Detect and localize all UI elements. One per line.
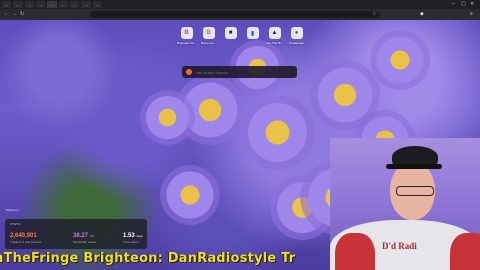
stat-unit: GB bbox=[89, 234, 95, 238]
stat-label: Time saved bbox=[123, 240, 139, 244]
browser-tab-active[interactable]: ... bbox=[47, 1, 57, 8]
stats-title: STATS bbox=[10, 222, 21, 226]
shirt-sleeve bbox=[450, 233, 480, 270]
reload-icon[interactable]: ↻ bbox=[20, 11, 24, 17]
site-icon: ■ bbox=[224, 27, 237, 39]
shirt-text: D'd Radi bbox=[382, 241, 417, 251]
menu-icon[interactable]: ≡ bbox=[470, 11, 473, 17]
knowledge-icon: ● bbox=[290, 27, 303, 39]
aster-flower bbox=[240, 95, 315, 170]
stat-label: Bandwidth saved bbox=[73, 240, 96, 244]
shortcut-tile[interactable]: B Brave Asl... bbox=[200, 27, 217, 45]
brave-icon: B bbox=[202, 27, 215, 39]
triangle-icon: ▲ bbox=[268, 27, 281, 39]
aster-flower bbox=[370, 30, 430, 90]
ticker-text: nTheFringe Brighteon: DanRadiostyle Tr bbox=[0, 252, 296, 266]
search-box[interactable] bbox=[182, 66, 297, 78]
tab-bar: ... ... ... ... ... ... ... ... ... – ▢ … bbox=[0, 0, 480, 9]
shortcut-tile[interactable]: ▮ bbox=[244, 27, 261, 45]
address-toolbar: ← → ↻ ☆ ◆ ≡ bbox=[0, 9, 480, 20]
browser-tab[interactable]: ... bbox=[81, 1, 91, 8]
forward-icon[interactable]: → bbox=[12, 11, 17, 17]
site-icon: ▮ bbox=[246, 27, 259, 39]
stat-value: 2,640,901 bbox=[10, 233, 37, 239]
shortcut-tile[interactable]: B Brighteon St... bbox=[177, 27, 197, 45]
brave-search-icon bbox=[186, 69, 192, 75]
shortcut-tile[interactable]: ■ bbox=[222, 27, 239, 45]
stat-value: 1.53 bbox=[123, 233, 135, 239]
shortcut-tile[interactable]: ● Knowledge bbox=[288, 27, 305, 45]
cap-brim bbox=[386, 164, 442, 169]
scrolling-ticker: nTheFringe Brighteon: DanRadiostyle Tr bbox=[0, 252, 330, 267]
maximize-icon[interactable]: ▢ bbox=[461, 1, 466, 7]
back-icon[interactable]: ← bbox=[4, 11, 9, 17]
photo-credit[interactable]: Photo by ... bbox=[6, 208, 21, 212]
minimize-icon[interactable]: – bbox=[452, 1, 455, 7]
browser-tab[interactable]: ... bbox=[13, 1, 23, 8]
browser-tab[interactable]: ... bbox=[92, 1, 103, 8]
shortcut-label: Brighteon St... bbox=[177, 41, 197, 45]
shirt-sleeve bbox=[335, 233, 375, 270]
webcam-overlay: D'd Radi bbox=[330, 138, 480, 270]
aster-flower bbox=[160, 165, 220, 225]
stat-unit: days bbox=[136, 234, 143, 238]
stat-value: 38.27 bbox=[73, 233, 89, 239]
stats-widget: STATS 2,640,901 Trackers & ads blocked 3… bbox=[5, 219, 147, 249]
stat-time: 1.53 days Time saved bbox=[123, 233, 143, 244]
browser-tab[interactable]: ... bbox=[70, 1, 80, 8]
stat-label: Trackers & ads blocked bbox=[10, 240, 42, 244]
brave-shields-icon[interactable]: ◆ bbox=[420, 11, 424, 17]
close-icon[interactable]: ✕ bbox=[470, 1, 474, 7]
browser-tab[interactable]: ... bbox=[58, 1, 69, 8]
glasses bbox=[396, 186, 434, 196]
aster-flower bbox=[140, 90, 195, 145]
browser-tab[interactable]: ... bbox=[36, 1, 46, 8]
address-bar[interactable] bbox=[90, 11, 380, 18]
shortcut-label: Use The Bl... bbox=[265, 41, 284, 45]
browser-tab[interactable]: ... bbox=[2, 1, 12, 8]
browser-tab[interactable]: ... bbox=[24, 1, 35, 8]
stat-trackers: 2,640,901 Trackers & ads blocked bbox=[10, 233, 41, 244]
shortcut-tile[interactable]: ▲ Use The Bl... bbox=[266, 27, 283, 45]
shortcut-label: Knowledge bbox=[289, 41, 304, 45]
brighteon-icon: B bbox=[180, 27, 193, 39]
shortcut-label: Brave Asl... bbox=[200, 41, 217, 45]
stat-bandwidth: 38.27 GB Bandwidth saved bbox=[73, 233, 96, 244]
bookmark-icon[interactable]: ☆ bbox=[372, 11, 376, 17]
top-sites: B Brighteon St... B Brave Asl... ■ ▮ ▲ U… bbox=[177, 27, 305, 45]
search-input[interactable] bbox=[196, 69, 291, 75]
